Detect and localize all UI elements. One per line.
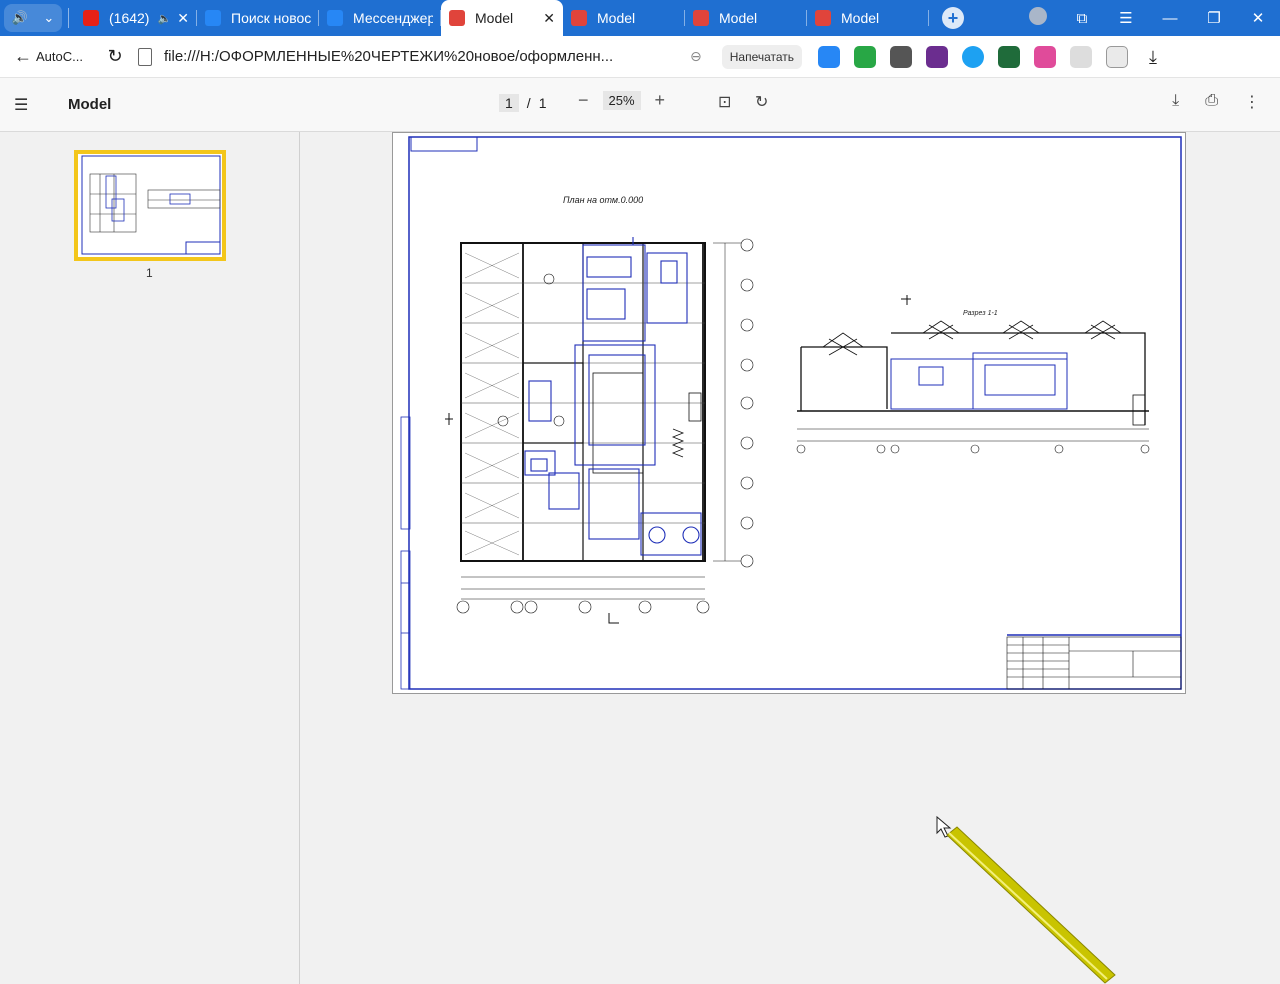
browser-tab-strip: 🔊 ⌄ (1642) 🔈 ✕ Поиск новост Мессенджер Model ✕… — [0, 0, 1280, 36]
mouse-pointer — [936, 815, 1116, 984]
pdf-actions: ⤓ ⎙ ⋮ — [1172, 92, 1260, 112]
current-page-input[interactable]: 1 — [499, 94, 519, 112]
back-label: AutoC... — [36, 49, 83, 64]
rotate-icon[interactable]: ↻ — [755, 92, 768, 112]
star-extension-icon[interactable] — [1034, 45, 1057, 68]
minimize-icon[interactable]: — — [1148, 10, 1192, 27]
tab-close-icon[interactable]: ✕ — [543, 10, 555, 27]
plan-title: План на отм.0.000 — [563, 195, 643, 205]
url-text: file:///H:/ОФОРМЛЕННЫЕ%20ЧЕРТЕЖИ%20новое… — [164, 48, 614, 65]
browser-tab[interactable]: Model — [807, 0, 929, 36]
top-stamp — [410, 136, 478, 152]
section-equipment — [890, 352, 1068, 410]
section-mark-left — [445, 413, 453, 425]
restore-icon[interactable]: ❐ — [1192, 9, 1236, 27]
thumbnail-sidebar: 1 — [0, 132, 300, 984]
vk-extension-icon[interactable] — [818, 45, 841, 68]
bookmark-extension-icon[interactable] — [1106, 45, 1129, 68]
section-axis-markers — [796, 444, 1150, 454]
browser-tab[interactable]: Model ✕ — [441, 0, 563, 36]
tab-title: Model — [841, 10, 880, 26]
new-tab-button[interactable]: + — [942, 7, 964, 29]
section-mark-bottom — [608, 613, 619, 624]
total-pages: 1 — [538, 95, 547, 111]
browser-tab[interactable]: Model — [563, 0, 685, 36]
print-icon[interactable]: ⎙ — [1205, 92, 1218, 112]
calendar-extension-icon[interactable] — [926, 45, 949, 68]
fit-page-icon[interactable]: ⊡ — [718, 92, 731, 112]
tab-title: Model — [597, 10, 636, 26]
browser-tab[interactable]: Поиск новост — [197, 0, 319, 36]
thumbnail-drawing — [81, 155, 221, 255]
zoom-controls: − 25% + — [578, 90, 665, 111]
chevron-down-icon: ⌄ — [43, 10, 55, 25]
thumbnail-page-number: 1 — [146, 266, 153, 280]
more-options-icon[interactable]: ⋮ — [1244, 92, 1260, 112]
file-icon — [138, 47, 152, 66]
pdf-icon — [815, 10, 831, 26]
tab-group-control[interactable]: 🔊 ⌄ — [4, 4, 62, 32]
section-cut-mark — [901, 295, 911, 305]
messenger-icon — [327, 10, 343, 26]
youtube-icon — [83, 10, 99, 26]
section-title: Разрез 1-1 — [963, 310, 998, 317]
address-bar: ← AutoC... ↻ file:///H:/ОФОРМЛЕННЫЕ%20ЧЕ… — [0, 36, 1280, 78]
back-button[interactable]: ← AutoC... — [0, 46, 100, 67]
zoom-out-button[interactable]: − — [578, 90, 589, 111]
extensions-bar: ⤓ — [818, 45, 1164, 68]
download-pdf-icon[interactable]: ⤓ — [1172, 92, 1179, 112]
tab-separator — [928, 10, 929, 26]
page-thumbnail[interactable] — [74, 150, 226, 261]
collections-icon[interactable]: ⧉ — [1060, 10, 1104, 27]
tab-title: Model — [719, 10, 758, 26]
window-controls: ⧉ ☰ — ❐ ✕ — [1016, 0, 1280, 36]
dimension-lines-bottom — [461, 576, 705, 600]
speaker-icon: 🔊 — [11, 10, 28, 25]
page-navigator: 1 / 1 — [499, 94, 546, 112]
reload-icon[interactable]: ↻ — [100, 46, 130, 67]
pdf-icon — [449, 10, 465, 26]
axis-markers-bottom — [456, 600, 710, 614]
tab-sound-icon[interactable]: 🔈 — [158, 12, 172, 25]
browser-tab[interactable]: Model — [685, 0, 807, 36]
check-extension-icon[interactable] — [962, 45, 985, 68]
cad-drawing: План на отм.0.000 Разрез 1-1 — [400, 136, 1182, 690]
title-block — [1006, 636, 1182, 690]
tab-title: (1642) — [109, 10, 150, 26]
hamburger-menu-icon[interactable]: ☰ — [14, 95, 54, 115]
profile-icon[interactable] — [1016, 7, 1060, 29]
pdf-icon — [693, 10, 709, 26]
tab-divider — [68, 8, 69, 28]
vk-icon — [205, 10, 221, 26]
pdf-toolbar: ☰ Model 1 / 1 − 25% + ⊡ ↻ ⤓ ⎙ ⋮ — [0, 78, 1280, 132]
browser-tab[interactable]: (1642) 🔈 ✕ — [75, 0, 197, 36]
axis-markers-right — [740, 238, 754, 568]
equipment-overlay — [524, 237, 702, 556]
back-arrow-icon: ← — [14, 46, 32, 66]
pdf-page: План на отм.0.000 Разрез 1-1 — [392, 132, 1186, 694]
url-field[interactable]: file:///H:/ОФОРМЛЕННЫЕ%20ЧЕРТЕЖИ%20новое… — [138, 47, 668, 66]
close-icon[interactable]: ✕ — [1236, 9, 1280, 27]
tab-title: Поиск новост — [231, 10, 311, 26]
tab-title: Model — [475, 10, 514, 26]
shield-extension-icon[interactable] — [998, 45, 1021, 68]
pdf-icon — [571, 10, 587, 26]
dimension-lines-right — [713, 242, 741, 562]
tab-close-icon[interactable]: ✕ — [177, 10, 189, 27]
tab-title: Мессенджер — [353, 10, 433, 26]
document-title: Model — [68, 96, 112, 113]
page-separator: / — [526, 95, 531, 111]
zoom-value-input[interactable]: 25% — [602, 91, 641, 110]
zoom-in-button[interactable]: + — [655, 90, 666, 111]
browser-tab[interactable]: Мессенджер — [319, 0, 441, 36]
download-icon[interactable]: ⤓ — [1142, 46, 1164, 68]
puzzle-extension-icon[interactable] — [1070, 45, 1093, 68]
box-extension-icon[interactable] — [890, 45, 913, 68]
menu-icon[interactable]: ☰ — [1104, 9, 1148, 27]
zoom-out-icon[interactable]: ⊖ — [690, 48, 702, 65]
ruble-extension-icon[interactable] — [854, 45, 877, 68]
yellow-pen-icon — [946, 826, 1116, 984]
print-page-button[interactable]: Напечатать — [721, 44, 803, 69]
